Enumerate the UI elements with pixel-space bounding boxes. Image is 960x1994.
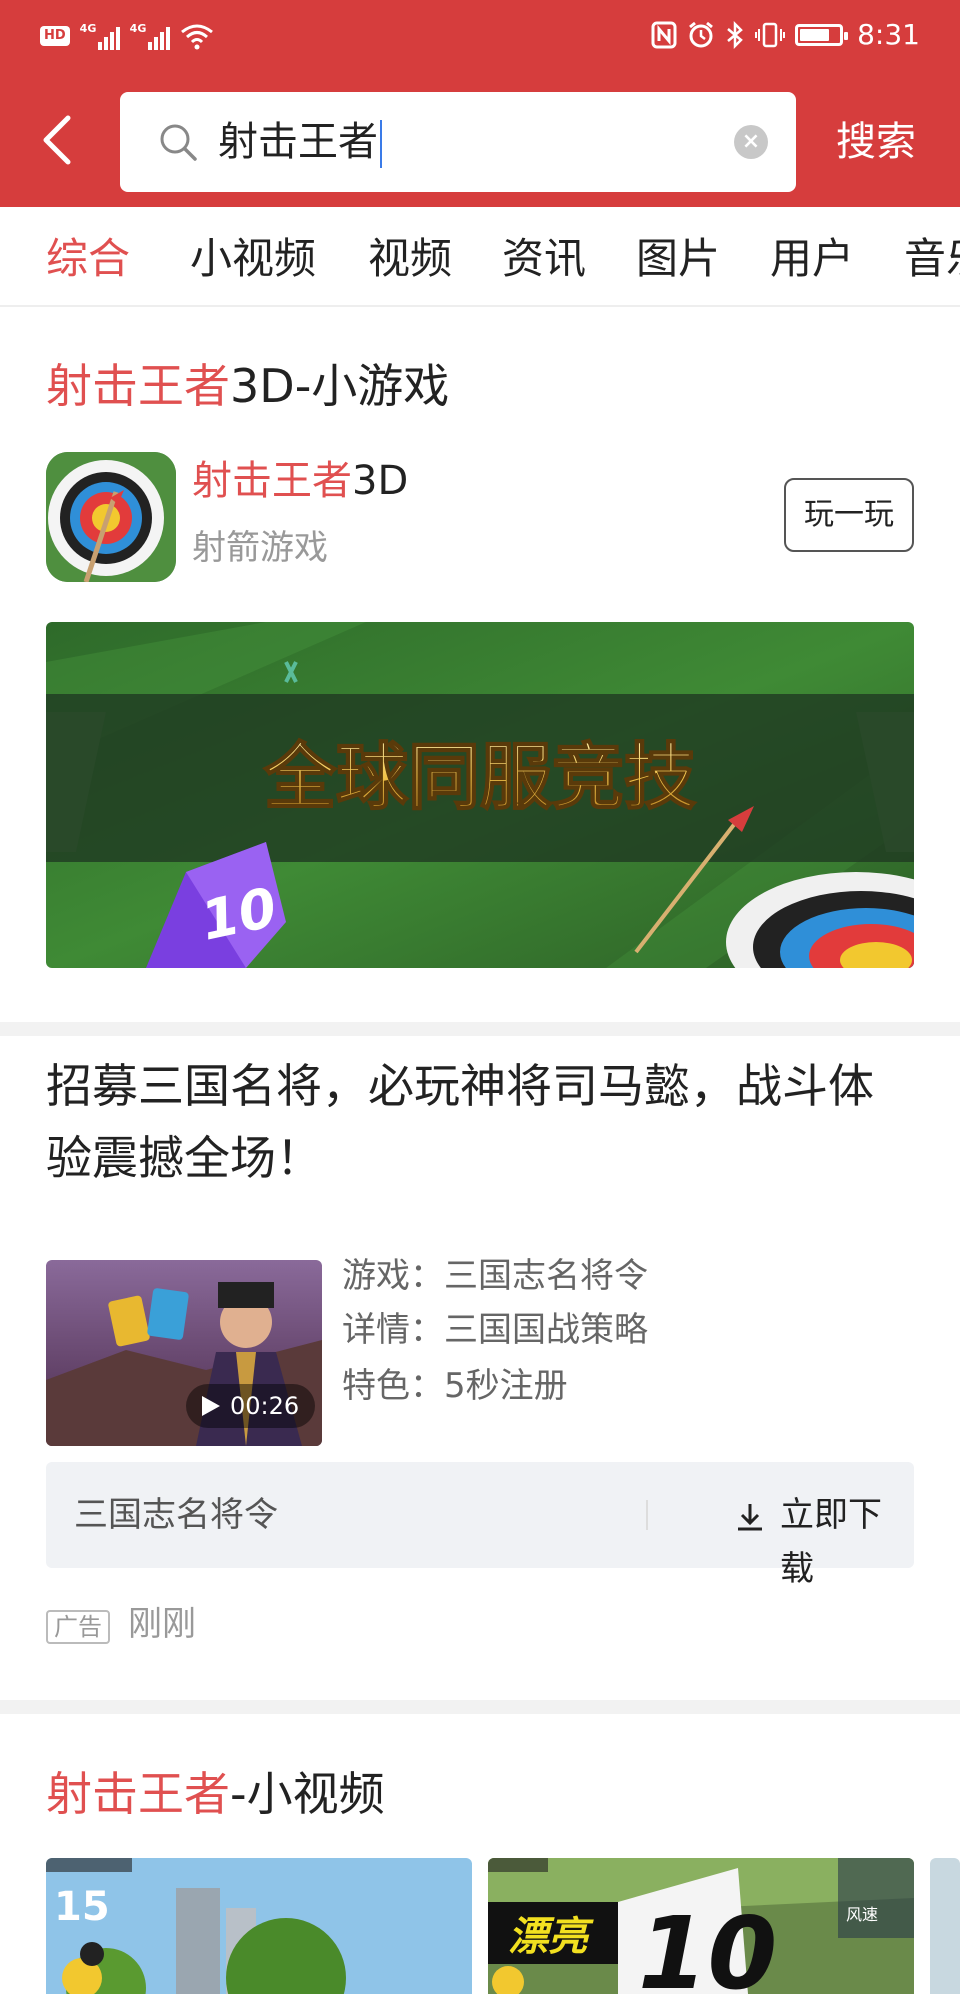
vibrate-icon bbox=[755, 22, 786, 47]
video-thumb-image-1: 15 bbox=[46, 1858, 472, 1994]
ad-title[interactable]: 招募三国名将，必玩神将司马懿，战斗体验震撼全场！ bbox=[46, 1050, 916, 1194]
ad-info-feature: 特色：5秒注册 bbox=[342, 1366, 568, 1406]
banner-title: 全球同服竞技 bbox=[263, 735, 696, 819]
bluetooth-icon bbox=[727, 20, 743, 49]
ad-video-thumbnail[interactable]: 00:26 bbox=[46, 1260, 322, 1446]
status-right: 8:31 bbox=[651, 18, 920, 51]
video-thumbnail-3[interactable] bbox=[930, 1858, 960, 1994]
search-button[interactable]: 搜索 bbox=[836, 112, 916, 172]
download-icon bbox=[738, 1504, 762, 1531]
game-title-highlight: 射击王者 bbox=[46, 359, 230, 413]
search-input[interactable]: 射击王者 bbox=[218, 114, 382, 170]
download-bar: 三国志名将令 立即下载 bbox=[46, 1462, 914, 1589]
tab-comprehensive[interactable]: 综合 bbox=[46, 231, 130, 287]
battery-icon bbox=[795, 23, 849, 46]
tab-images[interactable]: 图片 bbox=[636, 231, 720, 287]
section-divider-2 bbox=[0, 1700, 960, 1714]
download-separator bbox=[646, 1500, 648, 1530]
tab-users[interactable]: 用户 bbox=[770, 231, 854, 287]
ad-badge: 广告 bbox=[46, 1610, 110, 1644]
network-type-label: 4G bbox=[79, 22, 97, 35]
nfc-icon bbox=[651, 21, 677, 48]
video-title-highlight: 射击王者 bbox=[46, 1767, 230, 1821]
hd-badge: HD bbox=[40, 26, 70, 46]
status-left: HD 4G 4G bbox=[40, 22, 214, 50]
section-divider bbox=[0, 1022, 960, 1036]
video-title-rest: -小视频 bbox=[230, 1767, 385, 1821]
app-name-rest: 3D bbox=[352, 458, 409, 504]
wifi-icon bbox=[180, 24, 213, 50]
app-name[interactable]: 射击王者3D bbox=[192, 452, 408, 510]
video-2-wind: 风速 bbox=[846, 1905, 878, 1924]
alarm-icon bbox=[689, 21, 714, 47]
play-icon bbox=[202, 1396, 220, 1416]
video-section-title[interactable]: 射击王者-小视频 bbox=[46, 1762, 385, 1826]
game-title-rest: 3D-小游戏 bbox=[230, 359, 450, 413]
download-button[interactable]: 立即下载 bbox=[736, 1488, 914, 1596]
search-query-text: 射击王者 bbox=[218, 119, 378, 165]
search-icon bbox=[160, 124, 197, 161]
video-thumbnail-1[interactable]: 15 bbox=[46, 1858, 472, 1994]
clock: 8:31 bbox=[857, 18, 920, 51]
status-bar: HD 4G 4G 8:31 bbox=[0, 0, 960, 76]
signal-icon: 4G bbox=[80, 22, 120, 50]
video-thumbnail-2[interactable]: 漂亮 10 风速 bbox=[488, 1858, 914, 1994]
tab-video[interactable]: 视频 bbox=[368, 231, 452, 287]
video-1-score: 15 bbox=[54, 1884, 110, 1930]
tab-short-video[interactable]: 小视频 bbox=[190, 231, 316, 287]
game-card-title[interactable]: 射击王者3D-小游戏 bbox=[46, 354, 449, 418]
video-2-score: 10 bbox=[638, 1895, 777, 1994]
ad-info-detail: 详情：三国国战策略 bbox=[342, 1310, 648, 1350]
app-icon[interactable] bbox=[46, 452, 176, 582]
top-bar: HD 4G 4G 8:31 射击王者 × 搜索 bbox=[0, 0, 960, 207]
video-duration: 00:26 bbox=[186, 1384, 316, 1428]
download-button-label: 立即下载 bbox=[780, 1495, 882, 1589]
video-thumb-image-2: 漂亮 10 风速 bbox=[488, 1858, 914, 1994]
category-tabs: 综合 小视频 视频 资讯 图片 用户 音乐 bbox=[0, 207, 960, 307]
banner-image: 全球同服竞技 10 bbox=[46, 622, 914, 968]
video-2-label: 漂亮 bbox=[508, 1914, 594, 1960]
app-name-highlight: 射击王者 bbox=[192, 458, 352, 504]
search-box[interactable]: 射击王者 × bbox=[120, 92, 796, 192]
app-category: 射箭游戏 bbox=[192, 528, 328, 568]
download-app-name[interactable]: 三国志名将令 bbox=[74, 1488, 278, 1542]
signal-icon-2: 4G bbox=[130, 22, 170, 50]
text-cursor bbox=[380, 120, 382, 168]
game-banner[interactable]: 全球同服竞技 10 bbox=[46, 622, 914, 968]
target-icon bbox=[46, 452, 176, 582]
video-duration-text: 00:26 bbox=[230, 1392, 300, 1420]
ad-info-game: 游戏：三国志名将令 bbox=[342, 1256, 648, 1296]
tab-news[interactable]: 资讯 bbox=[502, 231, 586, 287]
play-button[interactable]: 玩一玩 bbox=[784, 478, 914, 552]
ad-time: 刚刚 bbox=[128, 1604, 196, 1644]
tab-music[interactable]: 音乐 bbox=[904, 231, 960, 287]
network-type-label-2: 4G bbox=[129, 22, 147, 35]
back-icon[interactable] bbox=[34, 110, 84, 170]
clear-icon[interactable]: × bbox=[734, 125, 768, 159]
